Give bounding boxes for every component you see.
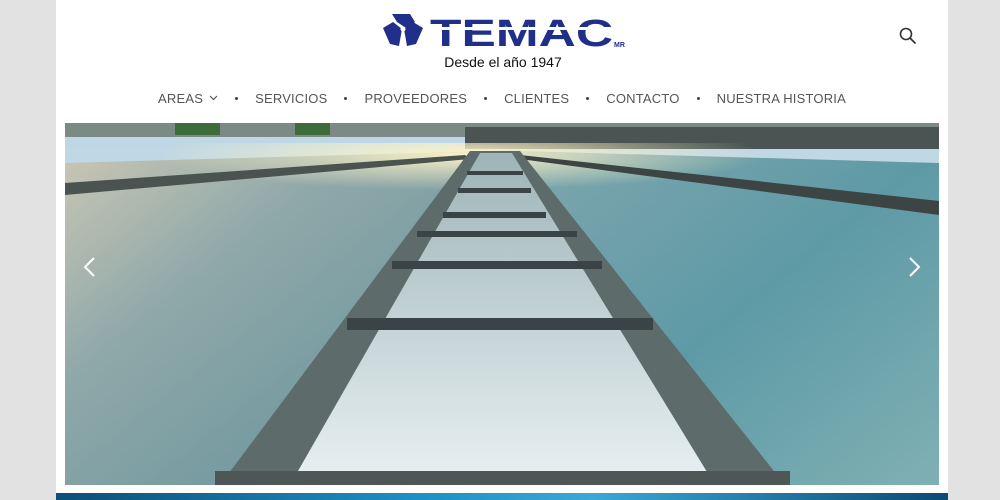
nav-item-label: AREAS [158,90,204,106]
search-icon [899,27,916,44]
hero-slider[interactable] [65,123,939,485]
slider-next-button[interactable] [901,255,925,279]
main-nav: AREAS SERVICIOS PROVEEDORES CLIENTES CON… [56,88,948,108]
tagline: Desde el año 1947 [444,54,562,70]
nav-item-areas[interactable]: AREAS [158,91,218,106]
temac-logo-icon: TEMAC MR [383,13,625,55]
nav-item-proveedores[interactable]: PROVEEDORES [364,91,467,106]
nav-item-servicios[interactable]: SERVICIOS [255,91,327,106]
next-section-strip [56,493,948,500]
nav-item-nuestra-historia[interactable]: NUESTRA HISTORIA [717,91,846,106]
nav-separator [235,96,239,100]
search-button[interactable] [898,26,918,46]
nav-separator [696,96,700,100]
nav-item-contacto[interactable]: CONTACTO [606,91,679,106]
nav-item-clientes[interactable]: CLIENTES [504,91,569,106]
chevron-down-icon [209,95,218,101]
hero-image [65,123,939,485]
registered-mark: MR [614,42,625,49]
nav-separator [484,96,488,100]
brand-wordmark: TEMAC [430,13,613,55]
slider-prev-button[interactable] [79,255,103,279]
page-container: TEMAC MR Desde el año 1947 AREAS SERVICI… [56,0,948,500]
nav-separator [344,96,348,100]
logo[interactable]: TEMAC MR Desde el año 1947 [378,6,628,72]
chevron-right-icon [909,257,921,277]
nav-separator [586,96,590,100]
chevron-left-icon [83,257,95,277]
